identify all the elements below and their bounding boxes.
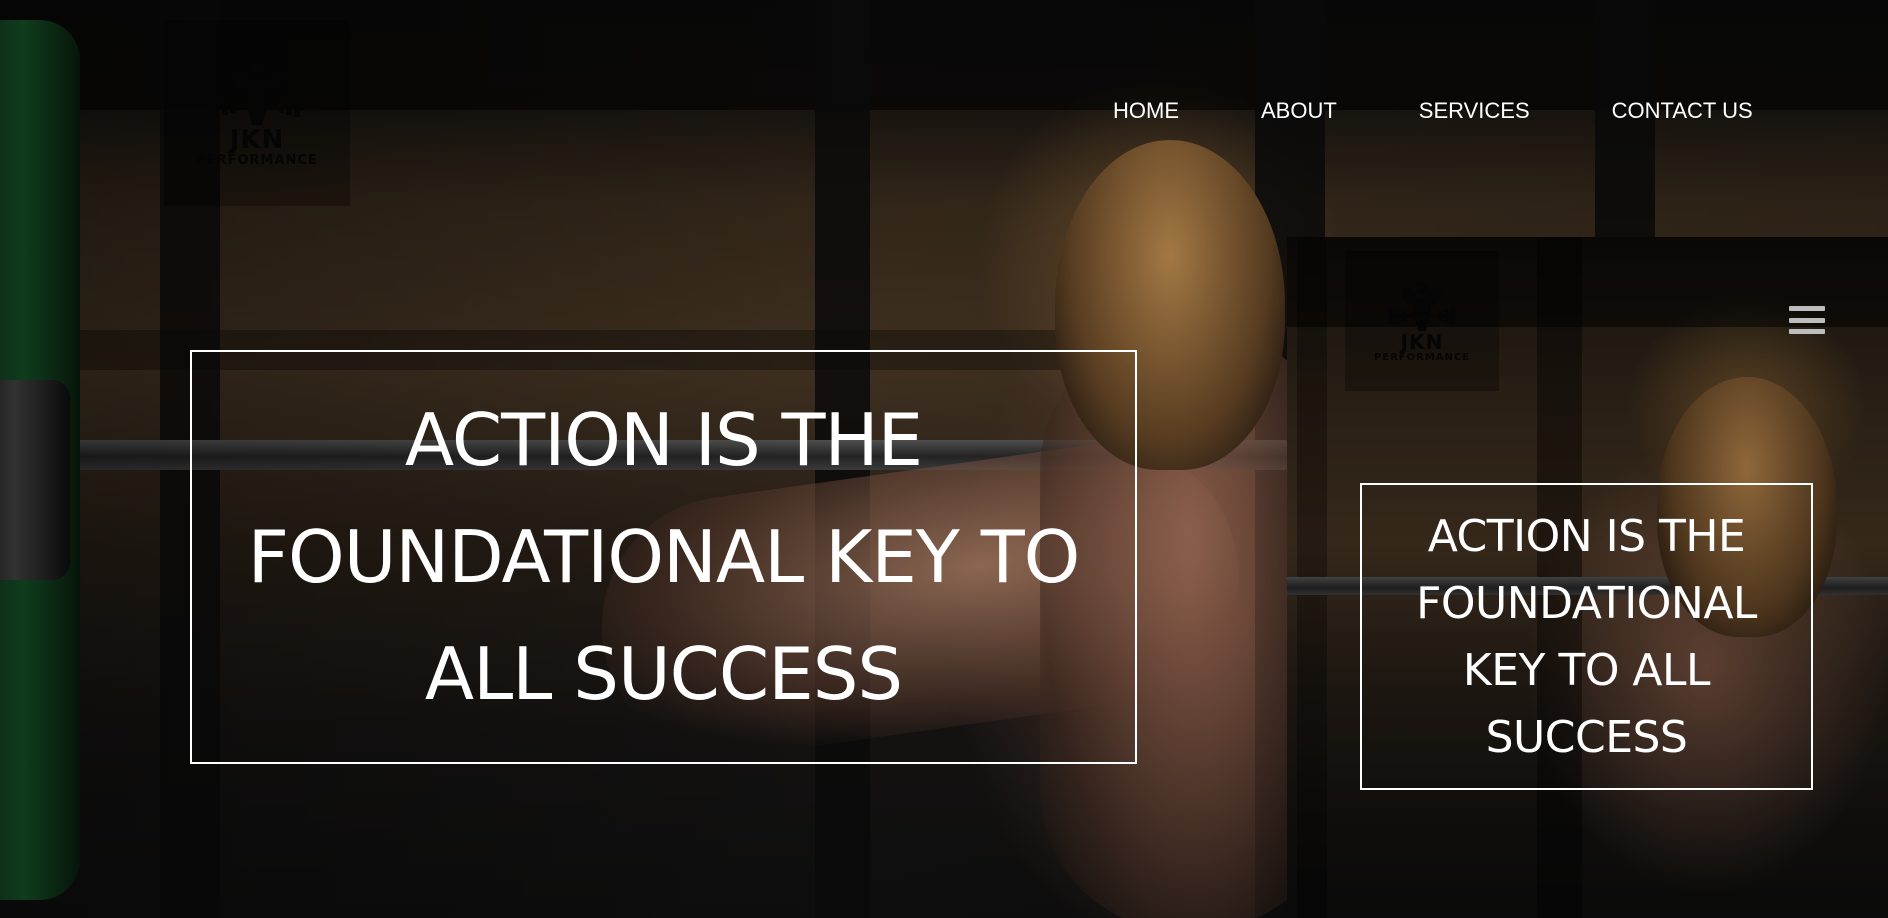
hamburger-menu-icon[interactable] [1789,306,1825,334]
bodybuilder-logo-icon [213,61,300,125]
hamburger-line [1789,329,1825,334]
nav-home-link[interactable]: HOME [1113,98,1179,124]
logo-text-primary: JKN [1400,329,1444,354]
logo: JKN PERFORMANCE [1374,280,1470,363]
logo-text-secondary: PERFORMANCE [196,153,318,168]
main-nav: HOME ABOUT SERVICES CONTACT US [1113,98,1753,124]
hero-mobile-preview: JKN PERFORMANCE ACTION IS THE FOUNDATION… [1287,237,1888,918]
logo-link[interactable]: JKN PERFORMANCE [164,20,350,206]
nav-services-link[interactable]: SERVICES [1419,98,1530,124]
hero-headline-box: ACTION IS THE FOUNDATIONAL KEY TO ALL SU… [190,350,1137,764]
logo-text-secondary: PERFORMANCE [1373,351,1471,363]
nav-about-link[interactable]: ABOUT [1261,98,1337,124]
logo: JKN PERFORMANCE [196,59,318,167]
hamburger-line [1789,317,1825,323]
hero-headline: ACTION IS THE FOUNDATIONAL KEY TO ALL SU… [247,397,1081,716]
logo-text-primary: JKN [229,125,285,155]
mobile-headline-box: ACTION IS THE FOUNDATIONAL KEY TO ALL SU… [1360,483,1813,790]
nav-contact-link[interactable]: CONTACT US [1612,98,1753,124]
mobile-hero-headline: ACTION IS THE FOUNDATIONAL KEY TO ALL SU… [1416,510,1757,763]
mobile-logo-link[interactable]: JKN PERFORMANCE [1345,251,1499,391]
bodybuilder-logo-icon [1388,281,1456,331]
hamburger-line [1789,306,1825,311]
